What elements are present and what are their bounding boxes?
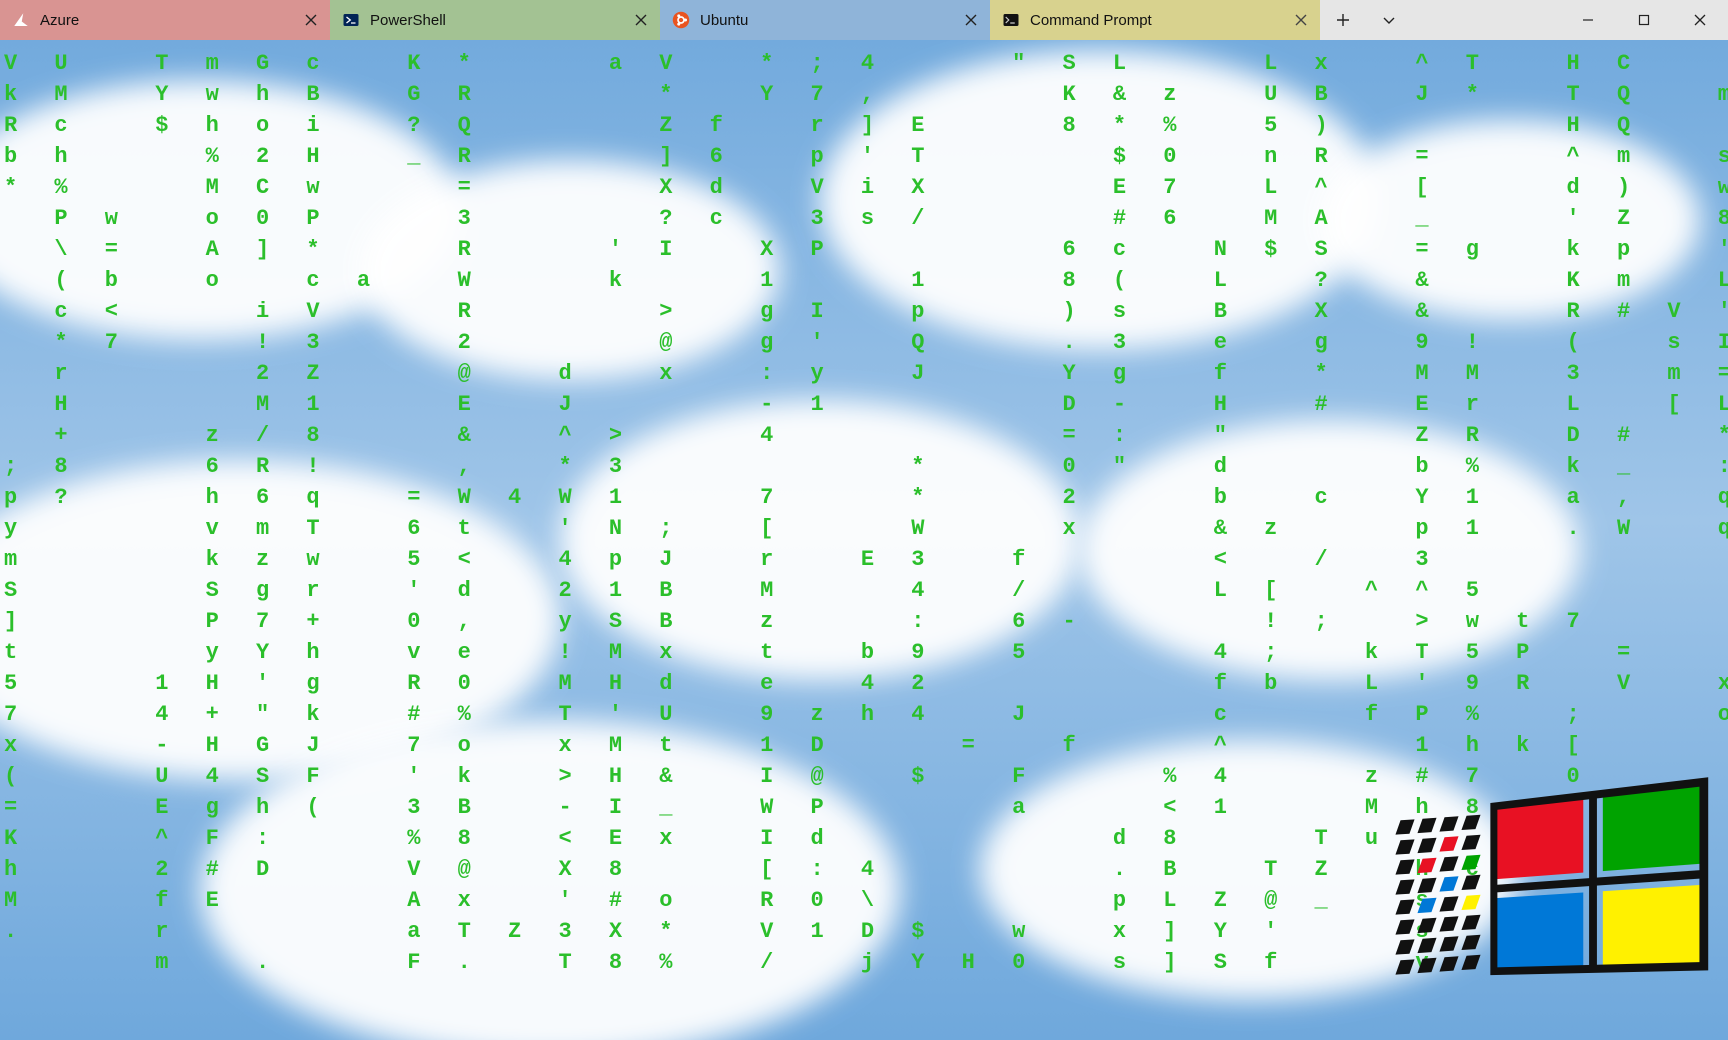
- tab-powershell[interactable]: PowerShell: [330, 0, 660, 40]
- cmd-icon: [1002, 11, 1020, 29]
- tab-label: Command Prompt: [1030, 12, 1292, 29]
- tab-azure[interactable]: Azure: [0, 0, 330, 40]
- close-icon[interactable]: [302, 11, 320, 29]
- azure-icon: [12, 11, 30, 29]
- maximize-button[interactable]: [1616, 0, 1672, 40]
- minimize-button[interactable]: [1560, 0, 1616, 40]
- new-tab-button[interactable]: [1320, 0, 1366, 40]
- tab-ubuntu[interactable]: Ubuntu: [660, 0, 990, 40]
- windows-retro-logo-icon: [1398, 760, 1698, 1021]
- close-icon[interactable]: [632, 11, 650, 29]
- tab-command-prompt[interactable]: Command Prompt: [990, 0, 1320, 40]
- tab-label: Ubuntu: [700, 12, 962, 29]
- tab-label: PowerShell: [370, 12, 632, 29]
- dropdown-button[interactable]: [1366, 0, 1412, 40]
- tab-extras: [1320, 0, 1728, 40]
- tab-bar: Azure PowerShell Ubuntu Command Prompt: [0, 0, 1728, 40]
- ubuntu-icon: [672, 11, 690, 29]
- powershell-icon: [342, 11, 360, 29]
- close-window-button[interactable]: [1672, 0, 1728, 40]
- close-icon[interactable]: [962, 11, 980, 29]
- close-icon[interactable]: [1292, 11, 1310, 29]
- tab-label: Azure: [40, 12, 302, 29]
